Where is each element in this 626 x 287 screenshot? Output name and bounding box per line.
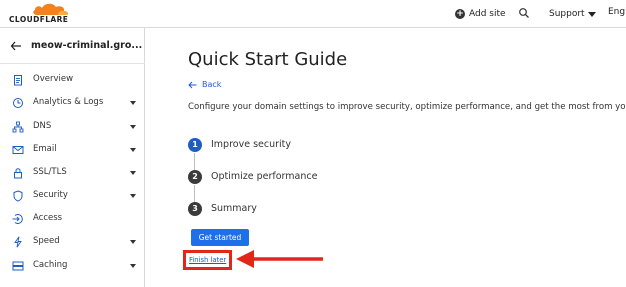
back-link[interactable]: Back	[188, 80, 221, 89]
sidebar-item-label: Security	[33, 190, 68, 200]
sidebar-item-access[interactable]: Access	[0, 208, 145, 230]
finish-later-link[interactable]: Finish later	[189, 256, 226, 264]
server-icon	[12, 261, 24, 271]
sidebar-item-analytics-logs[interactable]: Analytics & Logs	[0, 92, 145, 114]
annotation-highlight-box: Finish later	[183, 250, 232, 270]
shield-icon	[13, 190, 23, 202]
sidebar-item-label: Access	[33, 213, 63, 223]
intro-text: Configure your domain settings to improv…	[188, 102, 626, 112]
site-name[interactable]: meow-criminal.gro...	[31, 40, 142, 51]
sidebar-item-label: Analytics & Logs	[33, 97, 104, 107]
cloudflare-logo[interactable]: CLOUDFLARE	[9, 2, 71, 26]
sidebar-item-security[interactable]: Security	[0, 185, 145, 207]
language-menu[interactable]: Engl	[608, 7, 626, 17]
add-site-label: Add site	[469, 9, 506, 19]
sidebar-item-caching[interactable]: Caching	[0, 255, 145, 277]
login-icon	[12, 214, 23, 224]
bolt-icon	[14, 236, 22, 248]
network-icon	[12, 121, 24, 133]
chevron-down-icon	[130, 240, 136, 244]
sidebar-item-speed[interactable]: Speed	[0, 231, 145, 253]
chevron-down-icon	[130, 194, 136, 198]
sidebar-item-ssl-tls[interactable]: SSL/TLS	[0, 162, 145, 184]
chevron-down-icon	[130, 148, 136, 152]
site-header: meow-criminal.gro...	[0, 28, 145, 64]
chevron-down-icon	[587, 11, 596, 17]
envelope-icon	[12, 146, 24, 154]
support-menu[interactable]: Support	[549, 7, 596, 21]
step-number-badge: 1	[188, 138, 202, 152]
lock-icon	[14, 168, 22, 179]
sidebar-item-label: DNS	[33, 121, 52, 131]
step-label: Summary	[211, 203, 257, 214]
cloud-logo-icon	[33, 3, 69, 16]
get-started-button[interactable]: Get started	[191, 229, 249, 246]
logo-wordmark: CLOUDFLARE	[9, 15, 69, 24]
step-label: Improve security	[211, 139, 292, 150]
chevron-down-icon	[130, 264, 136, 268]
chevron-down-icon	[130, 101, 136, 105]
sidebar-item-label: Email	[33, 144, 57, 154]
search-icon[interactable]	[518, 6, 530, 20]
page-title: Quick Start Guide	[188, 49, 348, 70]
chevron-down-icon	[130, 171, 136, 175]
chevron-down-icon	[130, 125, 136, 129]
sidebar-item-dns[interactable]: DNS	[0, 116, 145, 138]
main-content: Quick Start Guide Back Configure your do…	[146, 28, 626, 287]
sidebar-item-label: SSL/TLS	[33, 167, 67, 177]
clipboard-icon	[14, 75, 22, 86]
back-label: Back	[202, 80, 222, 89]
sidebar-item-overview[interactable]: Overview	[0, 69, 145, 91]
clock-chart-icon	[13, 98, 23, 108]
back-arrow-icon[interactable]	[10, 40, 22, 52]
sidebar-item-email[interactable]: Email	[0, 139, 145, 161]
step-label: Optimize performance	[211, 171, 318, 182]
sidebar-item-label: Overview	[33, 74, 74, 84]
top-bar: CLOUDFLARE + Add site Support Engl	[0, 0, 626, 28]
plus-circle-icon: +	[455, 9, 465, 19]
sidebar-item-label: Speed	[33, 236, 60, 246]
support-label: Support	[549, 9, 585, 19]
step-number-badge: 2	[188, 170, 202, 184]
add-site-button[interactable]: + Add site	[455, 7, 506, 21]
sidebar-item-label: Caching	[33, 260, 68, 270]
sidebar: meow-criminal.gro... Overview Analytics …	[0, 28, 145, 287]
arrow-left-icon	[188, 81, 197, 88]
step-number-badge: 3	[188, 202, 202, 216]
annotation-arrow-icon	[236, 250, 323, 268]
